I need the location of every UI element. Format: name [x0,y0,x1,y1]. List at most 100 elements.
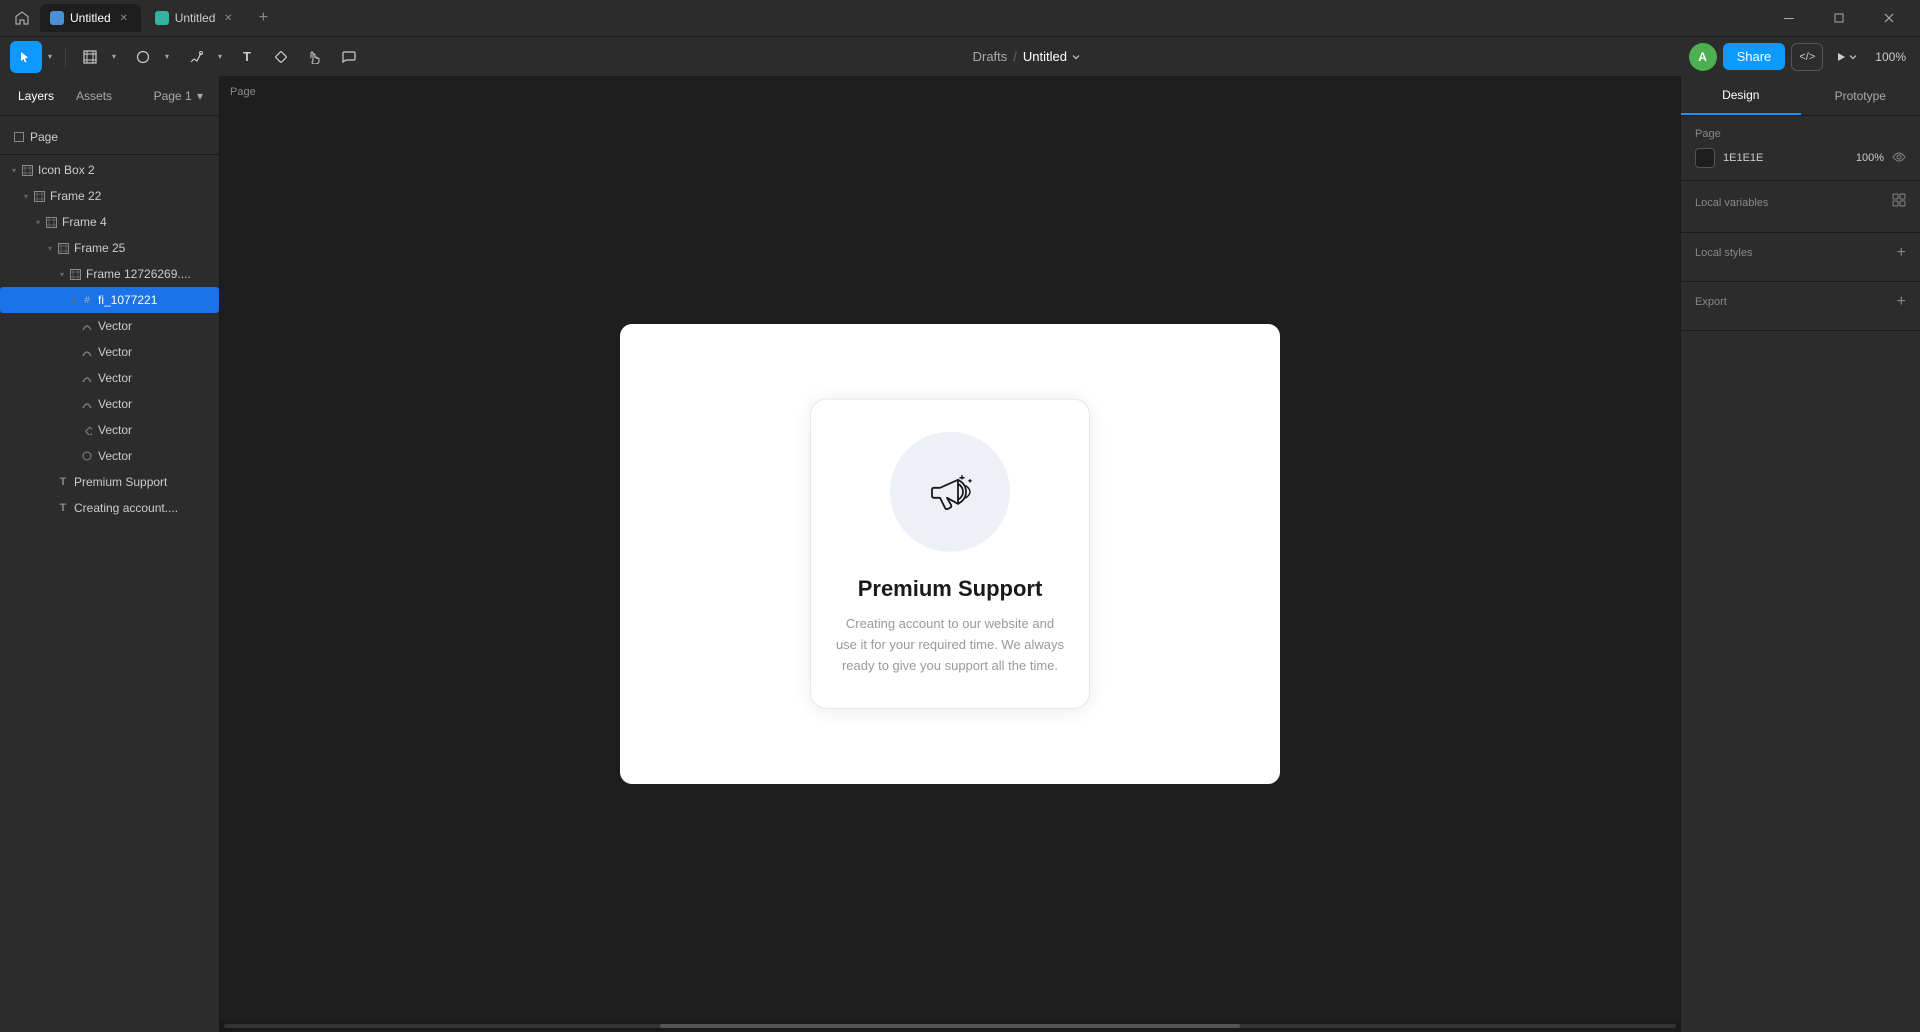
shape-tool-dropdown[interactable]: ▾ [160,41,174,73]
export-section: Export + [1681,282,1920,331]
frame-icon [56,241,70,255]
tab-2[interactable]: Untitled ✕ [145,4,246,32]
user-avatar[interactable]: A [1689,43,1717,71]
tab-1-close[interactable]: ✕ [117,11,131,25]
close-button[interactable] [1866,0,1912,36]
comment-tool[interactable] [333,41,365,73]
layer-vector-6[interactable]: Vector [0,443,219,469]
hand-tool[interactable] [299,41,331,73]
canvas[interactable]: Page [220,76,1680,1032]
layer-label: Frame 22 [50,189,101,203]
breadcrumb-drafts[interactable]: Drafts [973,49,1008,64]
restore-button[interactable] [1816,0,1862,36]
layer-label: Vector [98,319,132,333]
main-area: Layers Assets Page 1 ▾ Page ▾ [0,76,1920,1032]
play-button[interactable] [1829,47,1863,67]
add-tab-button[interactable]: + [249,4,277,32]
visibility-icon[interactable] [1892,150,1906,167]
export-title: Export [1695,296,1727,308]
local-styles-add-button[interactable]: + [1897,245,1906,261]
export-add-button[interactable]: + [1897,294,1906,310]
hash-icon: # [80,293,94,307]
home-button[interactable] [8,4,36,32]
design-tab[interactable]: Design [1681,76,1801,115]
layer-label: Frame 25 [74,241,125,255]
pen-tool-dropdown[interactable]: ▾ [213,41,227,73]
zoom-control[interactable]: 100% [1869,46,1912,68]
right-panel-tabs: Design Prototype [1681,76,1920,116]
layer-vector-5[interactable]: Vector [0,417,219,443]
frame-icon [44,215,58,229]
layer-label: fi_1077221 [98,293,157,307]
layer-frame-25[interactable]: ▾ Frame 25 [0,235,219,261]
select-tool[interactable] [10,41,42,73]
component-tool[interactable] [265,41,297,73]
page-opacity-value[interactable]: 100% [1856,152,1884,164]
page-color-value[interactable]: 1E1E1E [1723,152,1848,164]
chevron-icon: ▾ [68,294,80,306]
chevron-icon: ▾ [56,268,68,280]
page-chevron-icon: ▾ [197,89,203,103]
layer-vector-1[interactable]: Vector [0,313,219,339]
code-button[interactable]: </> [1791,43,1823,71]
page-section: Page [0,120,219,155]
layer-vector-4[interactable]: Vector [0,391,219,417]
local-variables-icon[interactable] [1892,193,1906,212]
vector-icon [80,345,94,359]
minimize-button[interactable] [1766,0,1812,36]
page-item[interactable]: Page [8,126,211,148]
layer-list: ▾ Icon Box 2 ▾ Frame 22 ▾ [0,155,219,523]
layer-fi-1077221[interactable]: ▾ # fi_1077221 [0,287,219,313]
page-list-icon [14,132,24,142]
layer-premium-support[interactable]: T Premium Support [0,469,219,495]
frame-tool[interactable] [74,41,106,73]
layer-creating-account[interactable]: T Creating account.... [0,495,219,521]
export-header: Export + [1695,294,1906,310]
shape-tool[interactable] [127,41,159,73]
assets-tab[interactable]: Assets [66,85,122,107]
select-tool-dropdown[interactable]: ▾ [43,41,57,73]
frame-icon [68,267,82,281]
card-title: Premium Support [858,576,1043,602]
share-button[interactable]: Share [1723,43,1786,70]
layer-label: Frame 12726269.... [86,267,191,281]
frame-tool-dropdown[interactable]: ▾ [107,41,121,73]
page-tab[interactable]: Page 1 ▾ [146,85,211,107]
layer-vector-3[interactable]: Vector [0,365,219,391]
pen-tool[interactable] [180,41,212,73]
toolbar-right: A Share </> 100% [1689,43,1912,71]
layer-label: Vector [98,449,132,463]
tab-2-favicon [155,11,169,25]
tab-1[interactable]: Untitled ✕ [40,4,141,32]
page-properties-section: Page 1E1E1E 100% [1681,116,1920,181]
layer-frame-4[interactable]: ▾ Frame 4 [0,209,219,235]
text-tool[interactable]: T [231,41,263,73]
layers-tab[interactable]: Layers [8,85,64,107]
prototype-tab[interactable]: Prototype [1801,76,1920,115]
breadcrumb-separator: / [1013,49,1017,64]
page-section-title: Page [1695,128,1721,140]
titlebar: Untitled ✕ Untitled ✕ + [0,0,1920,36]
layer-label: Vector [98,371,132,385]
layers-section: Page ▾ Icon Box 2 ▾ [0,116,219,1032]
canvas-frame: Premium Support Creating account to our … [620,324,1280,784]
breadcrumb-title[interactable]: Untitled [1023,49,1081,64]
scrollbar-track [224,1024,1676,1028]
local-variables-title: Local variables [1695,197,1768,209]
chevron-down-icon [1071,52,1081,62]
layer-vector-2[interactable]: Vector [0,339,219,365]
card-icon-background [890,432,1010,552]
page-section-header: Page [1695,128,1906,140]
scrollbar-thumb[interactable] [660,1024,1241,1028]
layer-frame-22[interactable]: ▾ Frame 22 [0,183,219,209]
breadcrumb: Drafts / Untitled [973,49,1081,64]
tab-2-close[interactable]: ✕ [221,11,235,25]
frame-icon [20,163,34,177]
layer-frame-12726[interactable]: ▾ Frame 12726269.... [0,261,219,287]
canvas-scrollbar[interactable] [220,1020,1680,1032]
vector-icon [80,397,94,411]
page-color-swatch[interactable] [1695,148,1715,168]
layer-icon-box-2[interactable]: ▾ Icon Box 2 [0,157,219,183]
local-styles-header: Local styles + [1695,245,1906,261]
tab-2-label: Untitled [175,11,216,25]
